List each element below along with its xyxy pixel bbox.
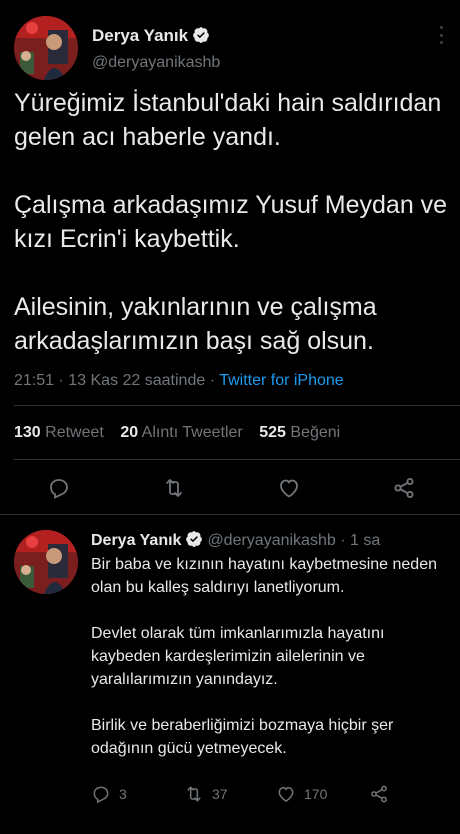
reply-paragraph: Devlet olarak tüm imkanlarımızla hayatın… [91, 625, 385, 688]
retweet-label: Retweet [45, 424, 104, 441]
quote-count: 20 [120, 424, 139, 441]
divider [14, 459, 460, 460]
quote-label: Alıntı Tweetler [141, 424, 243, 441]
reply-icon[interactable] [47, 476, 71, 500]
quote-stat[interactable]: 20 Alıntı Tweetler [120, 424, 242, 441]
divider [14, 405, 460, 406]
tweet-detail-page: Derya Yanık @deryayanikashb Yüreğimiz İs… [0, 0, 460, 834]
like-count: 525 [259, 424, 286, 441]
like-label: Beğeni [290, 424, 341, 441]
tweet-text: Yüreğimiz İstanbul'daki hain saldırıdan … [14, 86, 454, 358]
reply-text: Bir baba ve kızının hayatını kaybetmesin… [91, 553, 451, 760]
avatar[interactable] [14, 16, 78, 80]
tweet-stats: 130 Retweet 20 Alıntı Tweetler 525 Beğen… [14, 424, 352, 442]
reply-retweet-button[interactable]: 37 [184, 783, 228, 805]
tweet-source-link[interactable]: Twitter for iPhone [219, 372, 344, 389]
author-handle[interactable]: @deryayanikashb [92, 54, 220, 72]
tweet-meta: 21:51 · 13 Kas 22 saatinde · Twitter for… [14, 372, 344, 390]
like-stat[interactable]: 525 Beğeni [259, 424, 340, 441]
share-icon [371, 785, 387, 803]
reply-header: Derya Yanık @deryayanikashb · 1 sa [91, 530, 380, 550]
retweet-count: 130 [14, 424, 41, 441]
retweet-stat[interactable]: 130 Retweet [14, 424, 104, 441]
reply-retweet-count: 37 [212, 786, 228, 802]
reply-handle-time[interactable]: @deryayanikashb · 1 sa [207, 532, 380, 549]
tweet-paragraph: Yüreğimiz İstanbul'daki hain saldırıdan … [14, 89, 442, 151]
reply-reply-button[interactable]: 3 [91, 783, 127, 805]
verified-badge-icon [192, 26, 210, 44]
share-icon[interactable] [392, 476, 416, 500]
reply-avatar[interactable] [14, 530, 78, 594]
reply-like-button[interactable]: 170 [276, 783, 327, 805]
tweet-paragraph: Çalışma arkadaşımız Yusuf Meydan ve kızı… [14, 191, 448, 253]
divider [0, 514, 460, 515]
tweet-paragraph: Ailesinin, yakınlarının ve çalışma arkad… [14, 293, 377, 355]
reply-count: 3 [119, 786, 127, 802]
reply-paragraph: Birlik ve beraberliğimizi bozmaya hiçbir… [91, 717, 394, 757]
verified-badge-icon [185, 530, 203, 548]
like-icon [278, 786, 294, 802]
reply-share-button[interactable] [369, 783, 397, 805]
retweet-icon [187, 786, 201, 802]
author-name[interactable]: Derya Yanık [92, 26, 210, 46]
tweet-timestamp[interactable]: 21:51 · 13 Kas 22 saatinde · [14, 372, 219, 389]
reply-like-count: 170 [304, 786, 328, 802]
retweet-icon[interactable] [162, 476, 186, 500]
more-icon[interactable] [438, 26, 444, 44]
like-icon[interactable] [277, 476, 301, 500]
reply-paragraph: Bir baba ve kızının hayatını kaybetmesin… [91, 556, 437, 596]
reply-icon [93, 786, 109, 804]
reply-author-name[interactable]: Derya Yanık [91, 532, 181, 549]
author-name-text[interactable]: Derya Yanık [92, 26, 188, 45]
